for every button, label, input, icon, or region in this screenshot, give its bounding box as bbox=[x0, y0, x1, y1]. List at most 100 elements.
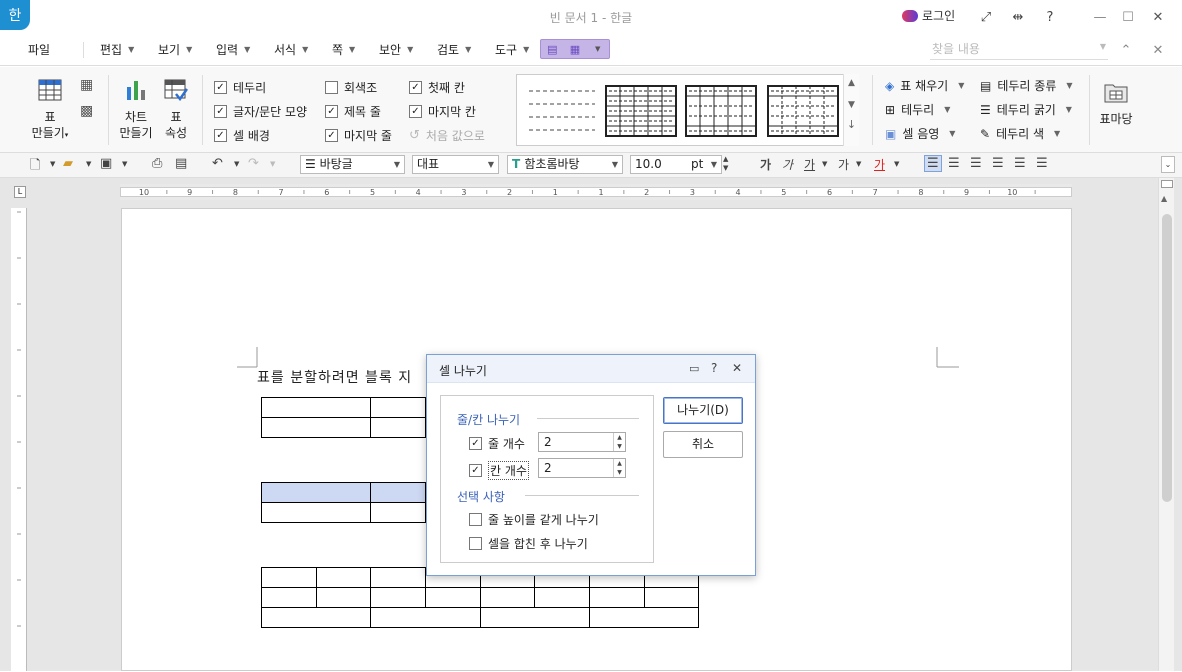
table-format-button[interactable]: 표마당 bbox=[1096, 81, 1136, 127]
equal-height-option[interactable]: 줄 높이를 같게 나누기 bbox=[469, 511, 599, 528]
align-justify-icon[interactable]: ☰ bbox=[924, 155, 942, 172]
table-cell[interactable] bbox=[316, 587, 371, 608]
menu-format[interactable]: 서식 ▼ bbox=[274, 41, 308, 58]
table-cell-selected[interactable] bbox=[261, 482, 371, 503]
table-style-none[interactable] bbox=[527, 85, 597, 137]
check-last-column[interactable]: ✓ 마지막 칸 bbox=[409, 103, 476, 120]
check-grayscale[interactable]: 회색조 bbox=[325, 79, 377, 96]
close-icon[interactable]: ✕ bbox=[1146, 7, 1170, 27]
document-table-3[interactable] bbox=[261, 567, 699, 628]
document-text[interactable]: 표를 분할하려면 블록 지 bbox=[257, 367, 412, 387]
align-distribute-icon[interactable]: ☰ bbox=[1014, 156, 1026, 171]
toolbar-expand-icon[interactable]: ⌄ bbox=[1161, 156, 1175, 173]
scroll-up-icon[interactable]: ▲ bbox=[1161, 194, 1167, 203]
fullscreen-icon[interactable]: ⤢ bbox=[974, 7, 998, 27]
align-right-icon[interactable]: ☰ bbox=[992, 156, 1004, 171]
table-cell-selected[interactable] bbox=[370, 482, 426, 503]
table-cell[interactable] bbox=[370, 567, 426, 588]
check-last-row[interactable]: ✓ 마지막 줄 bbox=[325, 127, 392, 144]
chevron-down-icon[interactable]: ▼ bbox=[1100, 42, 1106, 51]
table-context-tabs[interactable]: ▤ ▦ ▼ bbox=[540, 39, 610, 59]
check-header-row[interactable]: ✓ 제목 줄 bbox=[325, 103, 381, 120]
border-button[interactable]: ⊞ 테두리 ▼ bbox=[885, 101, 950, 118]
search-input[interactable]: 찾을 내용 ▼ bbox=[930, 40, 1108, 60]
close-search-icon[interactable]: ✕ bbox=[1146, 40, 1170, 60]
align-divide-icon[interactable]: ☰ bbox=[1036, 156, 1048, 171]
ruler-tab-icon[interactable]: L bbox=[14, 186, 26, 198]
checkbox[interactable]: ✓ bbox=[214, 81, 227, 94]
rows-stepper-icon[interactable]: ▲ ▼ bbox=[613, 433, 625, 451]
menu-review[interactable]: 검토 ▼ bbox=[437, 41, 471, 58]
merge-then-split-option[interactable]: 셀을 합친 후 나누기 bbox=[469, 535, 588, 552]
chevron-down-icon[interactable]: ▼ bbox=[894, 160, 899, 168]
chevron-down-icon[interactable]: ▼ bbox=[122, 160, 127, 168]
font-select[interactable]: T 함초롬바탕 ▼ bbox=[507, 155, 623, 174]
cols-count-input[interactable]: 2 ▲ ▼ bbox=[538, 458, 626, 478]
table-cell[interactable] bbox=[261, 397, 371, 418]
scroll-down-icon[interactable]: ▼ bbox=[844, 100, 859, 110]
font-color-button[interactable]: 가 bbox=[874, 156, 885, 173]
table-design-tab-icon[interactable]: ▤ bbox=[541, 43, 564, 56]
menu-view[interactable]: 보기 ▼ bbox=[158, 41, 192, 58]
font-size-stepper[interactable]: ▲ ▼ bbox=[723, 155, 728, 173]
maximize-icon[interactable]: ☐ bbox=[1116, 7, 1140, 27]
rows-checkbox[interactable]: ✓ bbox=[469, 437, 482, 450]
table-style-dashed[interactable] bbox=[685, 85, 757, 137]
scrollbar-thumb[interactable] bbox=[1162, 214, 1172, 502]
table-erase-icon[interactable]: ▩ bbox=[80, 103, 93, 119]
gallery-expand-icon[interactable]: ↓ bbox=[844, 118, 859, 131]
cols-checkbox-row[interactable]: ✓ 칸 개수 bbox=[469, 461, 529, 480]
checkbox[interactable] bbox=[325, 81, 338, 94]
close-icon[interactable]: ✕ bbox=[732, 361, 742, 375]
help-icon[interactable]: ? bbox=[711, 361, 717, 375]
menu-input[interactable]: 입력 ▼ bbox=[216, 41, 250, 58]
chevron-down-icon[interactable]: ▼ bbox=[234, 160, 239, 168]
document-table-1[interactable] bbox=[261, 397, 426, 438]
merge-then-split-checkbox[interactable] bbox=[469, 537, 482, 550]
menu-edit[interactable]: 편집 ▼ bbox=[100, 41, 134, 58]
rows-count-input[interactable]: 2 ▲ ▼ bbox=[538, 432, 626, 452]
open-folder-icon[interactable]: ▰ bbox=[63, 156, 73, 171]
strikethrough-button[interactable]: 가 bbox=[838, 156, 849, 173]
table-cell[interactable] bbox=[261, 567, 317, 588]
menu-security[interactable]: 보안 ▼ bbox=[379, 41, 413, 58]
align-left-icon[interactable]: ☰ bbox=[948, 156, 960, 171]
style-select[interactable]: ☰ 바탕글 ▼ bbox=[300, 155, 405, 174]
chart-make-button[interactable]: 차트 만들기 bbox=[116, 79, 156, 141]
scroll-up-icon[interactable]: ▲ bbox=[844, 78, 859, 88]
chevron-down-icon[interactable]: ▼ bbox=[856, 160, 861, 168]
dialog-titlebar[interactable]: 셀 나누기 ▭ ? ✕ bbox=[427, 355, 755, 383]
preview-icon[interactable]: ▤ bbox=[175, 156, 187, 171]
table-cell[interactable] bbox=[480, 587, 535, 608]
checkbox[interactable]: ✓ bbox=[214, 129, 227, 142]
minimize-icon[interactable]: — bbox=[1088, 7, 1112, 27]
undo-icon[interactable]: ↶ bbox=[212, 156, 223, 171]
underline-button[interactable]: 가 bbox=[804, 156, 815, 173]
table-properties-button[interactable]: 표 속성 bbox=[158, 79, 194, 141]
horizontal-ruler[interactable]: 10 9 8 7 6 5 4 3 2 1 1 2 3 4 5 6 7 8 9 10 bbox=[120, 184, 1072, 200]
chevron-down-icon[interactable]: ▼ bbox=[86, 160, 91, 168]
bold-button[interactable]: 가 bbox=[760, 156, 771, 173]
check-cell-background[interactable]: ✓ 셀 배경 bbox=[214, 127, 270, 144]
table-cell[interactable] bbox=[261, 502, 371, 523]
chevron-down-icon[interactable]: ▼ bbox=[822, 160, 827, 168]
chevron-down-icon[interactable]: ▼ bbox=[50, 160, 55, 168]
table-cell[interactable] bbox=[425, 587, 481, 608]
print-icon[interactable]: ⎙ bbox=[152, 156, 162, 171]
table-cell[interactable] bbox=[370, 397, 426, 418]
cell-shading-button[interactable]: ▣ 셀 음영 ▼ bbox=[885, 125, 955, 142]
border-color-button[interactable]: ✎ 테두리 색 ▼ bbox=[980, 125, 1060, 142]
table-cell[interactable] bbox=[589, 607, 699, 628]
login-button[interactable]: 로그인 bbox=[902, 7, 955, 24]
table-make-button[interactable]: 표 만들기▾ bbox=[30, 79, 70, 143]
table-cell[interactable] bbox=[370, 417, 426, 438]
align-center-icon[interactable]: ☰ bbox=[970, 156, 982, 171]
table-cell[interactable] bbox=[644, 587, 699, 608]
table-cell[interactable] bbox=[480, 607, 590, 628]
table-cell[interactable] bbox=[261, 417, 371, 438]
cols-stepper-icon[interactable]: ▲ ▼ bbox=[613, 459, 625, 477]
table-cell[interactable] bbox=[316, 567, 371, 588]
table-cell[interactable] bbox=[370, 502, 426, 523]
table-cell[interactable] bbox=[534, 587, 590, 608]
vertical-scrollbar[interactable]: ▲ bbox=[1158, 178, 1174, 671]
